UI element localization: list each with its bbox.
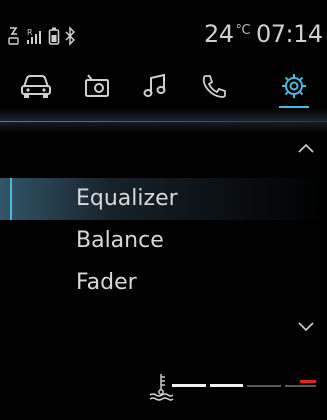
car-icon — [21, 75, 51, 98]
divider-line — [0, 121, 327, 122]
bluetooth-icon — [65, 26, 76, 46]
menu-item-label: Balance — [76, 228, 164, 253]
tab-media[interactable] — [73, 66, 121, 106]
temperature-unit: °C — [235, 23, 251, 38]
menu-item-balance[interactable]: Balance — [0, 220, 327, 262]
menu-item-fader[interactable]: Fader — [0, 262, 327, 304]
signal-icon — [8, 27, 19, 45]
infotainment-screen: R 24 °C 07:14 Equalizer Balance Fader — [0, 0, 327, 420]
gauge-segment-warning-zone — [284, 380, 319, 388]
outside-temperature: 24 °C — [204, 20, 253, 48]
phone-icon — [202, 75, 226, 98]
clock: 07:14 — [256, 20, 323, 48]
temperature-value: 24 — [204, 20, 234, 48]
radio-icon — [85, 74, 109, 97]
gauge-warning-mark — [300, 380, 316, 383]
tab-settings[interactable] — [270, 66, 318, 108]
menu-item-label: Equalizer — [76, 186, 178, 211]
scroll-down-chevron-icon[interactable] — [297, 320, 315, 332]
gauge-segment — [209, 384, 243, 387]
audio-settings-menu: Equalizer Balance Fader — [0, 178, 327, 304]
tab-music[interactable] — [132, 66, 180, 106]
tab-car[interactable] — [12, 66, 60, 106]
tab-phone[interactable] — [190, 66, 238, 106]
gauge-segment — [284, 385, 316, 387]
status-icons: R — [8, 26, 76, 46]
menu-item-equalizer[interactable]: Equalizer — [0, 178, 327, 220]
rssi-icon: R — [27, 28, 41, 44]
music-note-icon — [143, 73, 166, 97]
menu-item-label: Fader — [76, 270, 137, 295]
gear-icon — [282, 74, 306, 98]
coolant-temperature-icon — [149, 374, 174, 401]
gauge-segment — [172, 384, 206, 387]
svg-text:R: R — [27, 28, 33, 37]
phone-battery-icon — [48, 27, 60, 45]
coolant-gauge — [172, 380, 319, 388]
tab-bar — [0, 66, 327, 110]
gauge-segment — [247, 385, 281, 387]
scroll-up-chevron-icon[interactable] — [297, 142, 315, 154]
